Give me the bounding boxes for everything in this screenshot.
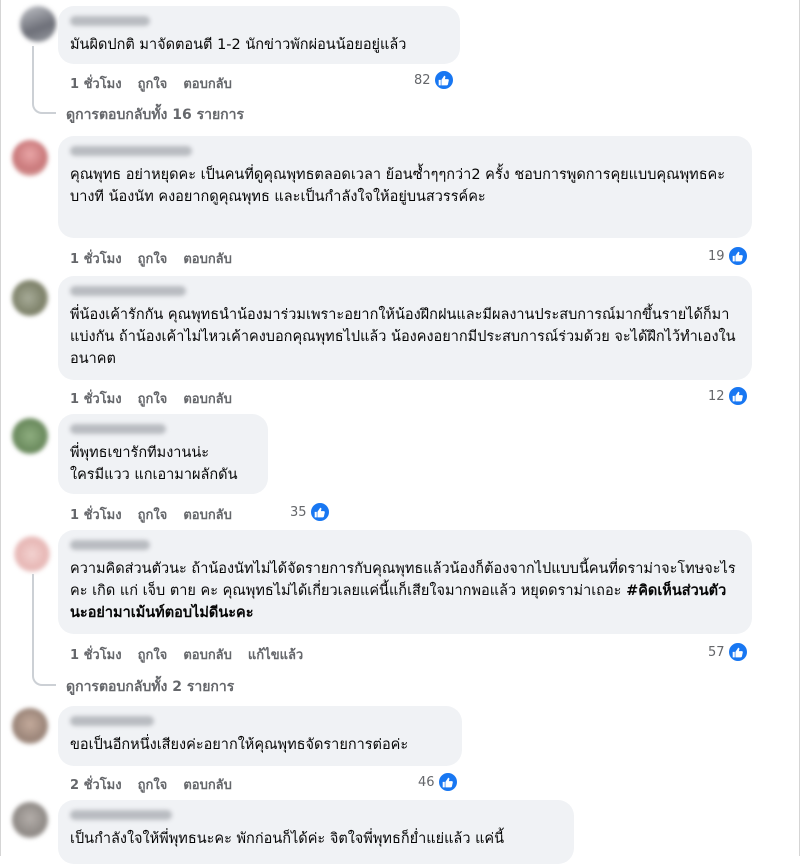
comment-bubble: พี่พุทธเขารักทีมงานน่ะ ใครมีแวว แกเอามาผ… (58, 414, 268, 494)
timestamp[interactable]: 2 ชั่วโมง (70, 774, 122, 795)
avatar[interactable] (12, 708, 48, 744)
comment-bubble: ความคิดส่วนตัวนะ ถ้าน้องนัทไม่ได้จัดรายก… (58, 530, 752, 634)
comment-text: เป็นกำลังใจให้พี่พุทธนะคะ พักก่อนก็ได้ค่… (70, 831, 505, 847)
comment-actions: 1 ชั่วโมง ถูกใจ ตอบกลับ แก้ไขแล้ว (70, 644, 303, 665)
like-button[interactable]: ถูกใจ (138, 504, 168, 525)
commenter-name[interactable] (70, 286, 186, 296)
comment-bubble: เป็นกำลังใจให้พี่พุทธนะคะ พักก่อนก็ได้ค่… (58, 800, 574, 864)
reaction-number: 35 (290, 504, 307, 520)
comment-text: พี่พุทธเขารักทีมงานน่ะ ใครมีแวว แกเอามาผ… (70, 445, 238, 483)
comment-actions: 1 ชั่วโมง ถูกใจ ตอบกลับ (70, 73, 232, 94)
reaction-number: 12 (708, 388, 725, 404)
like-button[interactable]: ถูกใจ (138, 248, 168, 269)
like-button[interactable]: ถูกใจ (138, 388, 168, 409)
comment-text: มันผิดปกติ มาจัดตอนตี 1-2 นักข่าวพักผ่อน… (70, 37, 407, 53)
commenter-name[interactable] (70, 540, 150, 550)
view-more-replies-link[interactable]: ดูการตอบกลับทั้ง 2 รายการ (66, 676, 234, 698)
edited-label: แก้ไขแล้ว (247, 648, 304, 663)
comment-actions: 1 ชั่วโมง ถูกใจ ตอบกลับ (70, 504, 232, 525)
reaction-number: 19 (708, 248, 725, 264)
commenter-name[interactable] (70, 716, 154, 726)
comment-text: คุณพุทธ อย่าหยุดคะ เป็นคนที่ดูคุณพุทธตลอ… (70, 167, 726, 205)
commenter-name[interactable] (70, 16, 150, 26)
reaction-count[interactable]: 19 (708, 246, 748, 266)
reply-button[interactable]: ตอบกลับ (183, 248, 232, 269)
comment-actions: 1 ชั่วโมง ถูกใจ ตอบกลับ (70, 388, 232, 409)
avatar[interactable] (14, 536, 50, 572)
avatar[interactable] (12, 140, 48, 176)
reaction-count[interactable]: 46 (418, 772, 458, 792)
reaction-number: 57 (708, 644, 725, 660)
reaction-count[interactable]: 82 (414, 70, 454, 90)
reaction-count[interactable]: 57 (708, 642, 748, 662)
reply-button[interactable]: ตอบกลับ (183, 774, 232, 795)
thumbs-up-icon (437, 772, 458, 792)
commenter-name[interactable] (70, 146, 192, 156)
comment-text: ขอเป็นอีกหนึ่งเสียงค่ะอยากให้คุณพุทธจัดร… (70, 737, 409, 753)
comment-bubble: พี่น้องเค้ารักกัน คุณพุทธนำน้องมาร่วมเพร… (58, 276, 752, 380)
view-more-replies-link[interactable]: ดูการตอบกลับทั้ง 16 รายการ (66, 104, 244, 126)
timestamp[interactable]: 1 ชั่วโมง (70, 248, 122, 269)
comment-text: ความคิดส่วนตัวนะ ถ้าน้องนัทไม่ได้จัดรายก… (70, 558, 740, 624)
timestamp[interactable]: 1 ชั่วโมง (70, 388, 122, 409)
reaction-number: 82 (414, 72, 431, 88)
commenter-name[interactable] (70, 424, 166, 434)
thumbs-up-icon (727, 642, 748, 662)
thumbs-up-icon (727, 386, 748, 406)
thread-connector (32, 46, 56, 114)
reaction-count[interactable]: 35 (290, 502, 330, 522)
like-button[interactable]: ถูกใจ (138, 644, 168, 665)
comment-actions: 2 ชั่วโมง ถูกใจ ตอบกลับ (70, 774, 232, 795)
reaction-number: 46 (418, 774, 435, 790)
reply-button[interactable]: ตอบกลับ (183, 73, 232, 94)
like-button[interactable]: ถูกใจ (138, 774, 168, 795)
like-button[interactable]: ถูกใจ (138, 73, 168, 94)
timestamp[interactable]: 1 ชั่วโมง (70, 644, 122, 665)
comment-bubble: มันผิดปกติ มาจัดตอนตี 1-2 นักข่าวพักผ่อน… (58, 6, 460, 64)
comment-bubble: ขอเป็นอีกหนึ่งเสียงค่ะอยากให้คุณพุทธจัดร… (58, 706, 462, 766)
comment-actions: 1 ชั่วโมง ถูกใจ ตอบกลับ (70, 248, 232, 269)
comment-text: พี่น้องเค้ารักกัน คุณพุทธนำน้องมาร่วมเพร… (70, 307, 736, 367)
thumbs-up-icon (309, 502, 330, 522)
timestamp[interactable]: 1 ชั่วโมง (70, 73, 122, 94)
avatar[interactable] (12, 280, 48, 316)
thumbs-up-icon (433, 70, 454, 90)
frame-border-left (0, 0, 1, 856)
avatar[interactable] (20, 6, 56, 42)
reaction-count[interactable]: 12 (708, 386, 748, 406)
commenter-name[interactable] (70, 810, 172, 820)
reply-button[interactable]: ตอบกลับ (183, 504, 232, 525)
avatar[interactable] (12, 802, 48, 838)
timestamp[interactable]: 1 ชั่วโมง (70, 504, 122, 525)
reply-button[interactable]: ตอบกลับ (183, 644, 232, 665)
comment-bubble: คุณพุทธ อย่าหยุดคะ เป็นคนที่ดูคุณพุทธตลอ… (58, 136, 752, 238)
reply-button[interactable]: ตอบกลับ (183, 388, 232, 409)
thread-connector (32, 574, 56, 686)
thumbs-up-icon (727, 246, 748, 266)
avatar[interactable] (12, 418, 48, 454)
